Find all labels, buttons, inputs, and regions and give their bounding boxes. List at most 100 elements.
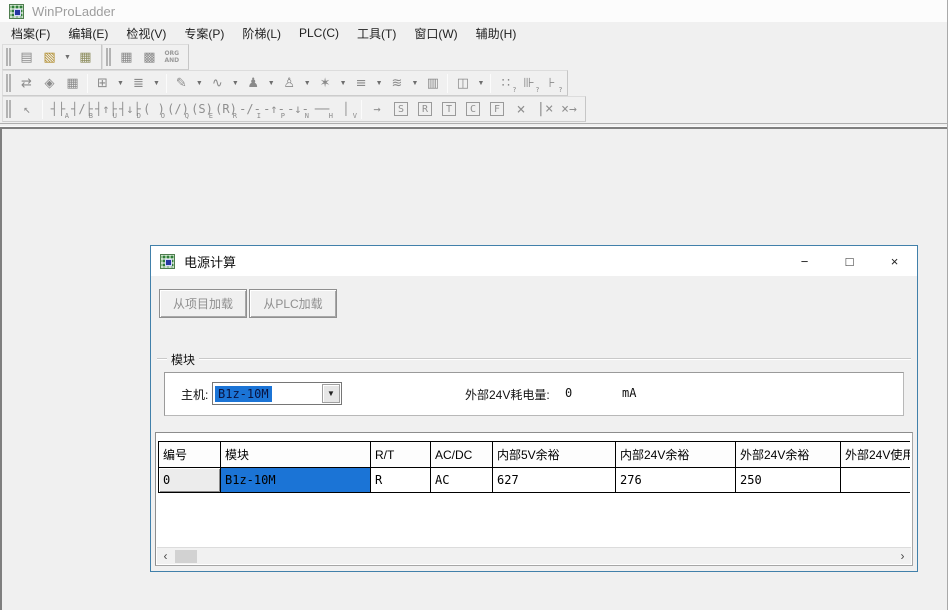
save-button[interactable]: ▦ (74, 46, 97, 68)
func-f-button[interactable]: F (485, 98, 509, 120)
dropdown-arrow-icon[interactable]: ▼ (301, 80, 314, 87)
project-tree-icon: ⊞ (97, 76, 108, 91)
dialog-titlebar[interactable]: 电源计算 − □ × (151, 246, 917, 276)
cell-ext24v[interactable]: 250 (736, 468, 841, 493)
horizontal-scrollbar[interactable]: ‹ › (157, 547, 911, 564)
tool-key-label: H (329, 112, 333, 120)
arrow-button[interactable]: → (365, 98, 389, 120)
menu-tools[interactable]: 工具(T) (348, 22, 405, 45)
coil-set-button[interactable]: (S)E (190, 98, 214, 120)
password-button[interactable]: ✶ (314, 72, 337, 94)
host-select[interactable]: B1z-10M ▼ (212, 382, 342, 405)
convert-button[interactable]: ⇄ (15, 72, 38, 94)
coil-out-button[interactable]: ( )O (142, 98, 166, 120)
vline-button[interactable]: │V (334, 98, 358, 120)
toolbar-grip[interactable] (106, 48, 111, 66)
cell-module[interactable]: B1z-10M (221, 468, 371, 493)
dropdown-arrow-icon[interactable]: ▼ (337, 80, 350, 87)
load-from-project-button[interactable]: 从项目加载 (159, 289, 247, 318)
menu-plc[interactable]: PLC(C) (290, 23, 348, 43)
dropdown-arrow-icon[interactable]: ▼ (265, 80, 278, 87)
edge-down-button[interactable]: -↓-N (286, 98, 310, 120)
dropdown-arrow-icon[interactable]: ▼ (193, 80, 206, 87)
project-tree-button[interactable]: ⊞ (91, 72, 114, 94)
org-and-button[interactable]: ORG AND (161, 46, 184, 68)
hline-button[interactable]: ──H (310, 98, 334, 120)
edge-up-button[interactable]: -↑-P (262, 98, 286, 120)
titlebar[interactable]: WinProLadder (0, 0, 947, 22)
new-file-button[interactable]: ▤ (15, 46, 38, 68)
delete-row-button[interactable]: ×→ (557, 98, 581, 120)
workspace[interactable]: 电源计算 − □ × 从项目加载 从PLC加载 模块 主机: B1z-10M (0, 127, 947, 610)
dropdown-arrow-icon[interactable]: ▼ (229, 80, 242, 87)
toolbar-grip[interactable] (6, 100, 11, 118)
dropdown-arrow-icon[interactable]: ▼ (373, 80, 386, 87)
status-list-button[interactable]: ∷ ? (494, 72, 517, 94)
cell-int5v[interactable]: 627 (493, 468, 616, 493)
contact-no-button[interactable]: ┤├A (46, 98, 70, 120)
tool-key-label: P (281, 112, 285, 120)
cell-int24v[interactable]: 276 (616, 468, 736, 493)
menu-ladder[interactable]: 阶梯(L) (233, 22, 290, 45)
edit-text-button[interactable]: ✎ (170, 72, 193, 94)
load-from-plc-button[interactable]: 从PLC加载 (249, 289, 337, 318)
list-button[interactable]: ≡ (350, 72, 373, 94)
io-card-button[interactable]: ▥ (421, 72, 444, 94)
dropdown-arrow-icon[interactable]: ▼ (409, 80, 422, 87)
coil-not-button[interactable]: (/)Q (166, 98, 190, 120)
dropdown-arrow-icon[interactable]: ▼ (114, 80, 127, 87)
toolbar-grip[interactable] (6, 74, 11, 92)
contact-up-button[interactable]: ┤↑├U (94, 98, 118, 120)
delete-col-button[interactable]: |× (533, 98, 557, 120)
dropdown-arrow-icon[interactable]: ▼ (150, 80, 163, 87)
close-button[interactable]: × (872, 246, 917, 276)
tool-key-label: B (89, 112, 93, 120)
open-file-button[interactable]: ▧ (38, 46, 61, 68)
coil-reset-button[interactable]: (R)R (214, 98, 238, 120)
grid-find-button[interactable]: ◫ (451, 72, 474, 94)
scroll-right-button[interactable]: › (894, 548, 911, 565)
toolbar-separator (87, 74, 88, 93)
scrollbar-thumb[interactable] (175, 550, 197, 563)
invert-button[interactable]: -/-I (238, 98, 262, 120)
ladder-view-button[interactable]: ≣ (127, 72, 150, 94)
contact-down-button[interactable]: ┤↓├D (118, 98, 142, 120)
scroll-left-button[interactable]: ‹ (157, 548, 174, 565)
minimize-button[interactable]: − (782, 246, 827, 276)
user-config-button[interactable]: ♟ (242, 72, 265, 94)
menu-file[interactable]: 档案(F) (2, 22, 59, 45)
memory-button[interactable]: ≋ (386, 72, 409, 94)
status-ladder-button[interactable]: ⊪ ? (517, 72, 540, 94)
open-dropdown-arrow-icon[interactable]: ▼ (61, 54, 74, 61)
menu-help[interactable]: 辅助(H) (467, 22, 526, 45)
menu-edit[interactable]: 编辑(E) (59, 22, 117, 45)
chip-button[interactable]: ◈ (38, 72, 61, 94)
cell-acdc[interactable]: AC (431, 468, 493, 493)
cell-rt[interactable]: R (371, 468, 431, 493)
menu-project[interactable]: 专案(P) (175, 22, 233, 45)
tool-key-label: D (137, 112, 141, 120)
func-s-button[interactable]: S (389, 98, 413, 120)
menu-view[interactable]: 检视(V) (117, 22, 175, 45)
func-t-button[interactable]: T (437, 98, 461, 120)
user-button[interactable]: ♙ (278, 72, 301, 94)
matrix-button[interactable]: ▦ (61, 72, 84, 94)
dropdown-arrow-icon[interactable]: ▼ (474, 80, 487, 87)
delete-button[interactable]: × (509, 98, 533, 120)
cell-index[interactable]: 0 (159, 468, 221, 493)
maximize-button[interactable]: □ (827, 246, 872, 276)
func-c-button[interactable]: C (461, 98, 485, 120)
contact-nc-button[interactable]: ┤/├B (70, 98, 94, 120)
status-contact-button[interactable]: ⊦ ? (540, 72, 563, 94)
hw-config-button[interactable]: ▦ (115, 46, 138, 68)
toolbar-grip[interactable] (6, 48, 11, 66)
host-select-dropdown-button[interactable]: ▼ (322, 384, 340, 403)
signal-button[interactable]: ∿ (206, 72, 229, 94)
cell-ext24v-used[interactable] (841, 468, 911, 493)
func-r-button[interactable]: R (413, 98, 437, 120)
menu-window[interactable]: 窗口(W) (405, 22, 466, 45)
host-label: 主机: (181, 386, 208, 403)
col-header-rt: R/T (371, 442, 431, 468)
pointer-tool-button[interactable]: ↖ (15, 98, 39, 120)
ladder-grid-button[interactable]: ▩ (138, 46, 161, 68)
